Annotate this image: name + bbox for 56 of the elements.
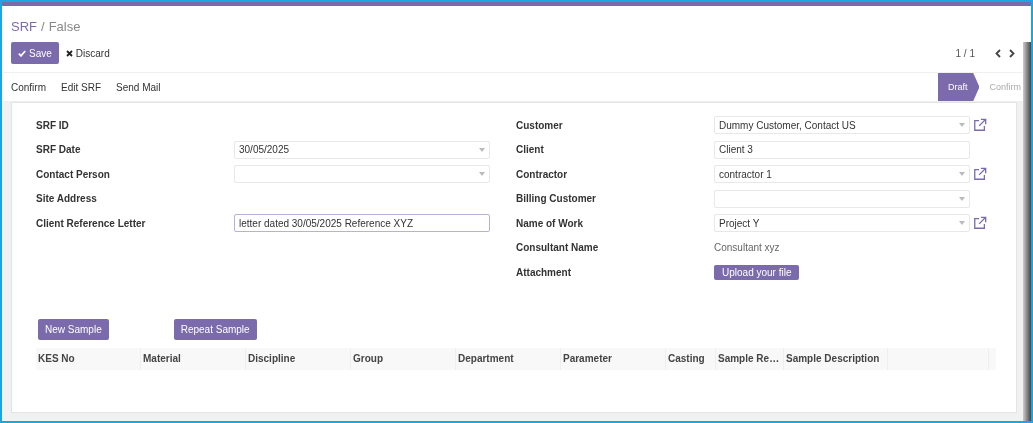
action-button[interactable]: Edit SRF	[61, 81, 109, 93]
column-header[interactable]: KES No	[36, 347, 141, 370]
field-label: Contractor	[516, 168, 569, 180]
select-field[interactable]	[234, 165, 490, 184]
pager-counter: 1 / 1	[955, 47, 975, 59]
close-icon	[65, 49, 73, 57]
external-link-icon[interactable]	[973, 118, 987, 133]
action-button[interactable]: Confirm	[11, 81, 53, 93]
select-field[interactable]: contractor 1	[714, 165, 970, 184]
discard-button[interactable]: Discard	[58, 42, 117, 64]
caret-icon	[959, 196, 965, 201]
field-label: Consultant Name	[516, 242, 600, 254]
status-stage[interactable]: Draft	[937, 73, 980, 101]
field-label: Site Address	[36, 193, 98, 205]
column-header[interactable]: Group	[351, 347, 456, 370]
caret-icon	[479, 172, 485, 177]
input-field[interactable]: Client 3	[714, 140, 970, 159]
upload-button[interactable]: Upload your file	[714, 264, 800, 280]
field-label: SRF ID	[36, 119, 70, 131]
sample-button[interactable]: New Sample	[38, 318, 109, 340]
caret-icon	[479, 147, 485, 152]
breadcrumb-item[interactable]: SRF	[11, 18, 37, 34]
caret-icon	[959, 123, 965, 128]
field-value: Consultant xyz	[714, 242, 780, 254]
select-field[interactable]	[714, 189, 970, 208]
select-field[interactable]: Dummy Customer, Contact US	[714, 116, 970, 135]
external-link-icon[interactable]	[973, 167, 987, 182]
save-button[interactable]: Save	[11, 42, 59, 64]
field-label: Client	[516, 144, 545, 156]
field-label: Customer	[516, 119, 564, 131]
breadcrumb-separator: /	[41, 18, 45, 34]
check-icon	[18, 49, 26, 57]
column-header[interactable]: Casting	[666, 347, 716, 370]
external-link-icon[interactable]	[973, 216, 987, 231]
column-header[interactable]: Sample Description	[784, 347, 888, 370]
caret-icon	[959, 221, 965, 226]
column-header[interactable]: Department	[456, 347, 561, 370]
select-field[interactable]: 30/05/2025	[234, 140, 490, 159]
field-label: SRF Date	[36, 144, 82, 156]
next-icon[interactable]	[1009, 48, 1015, 58]
select-field[interactable]: Project Y	[714, 214, 970, 233]
previous-icon[interactable]	[995, 48, 1001, 58]
sample-button[interactable]: Repeat Sample	[173, 318, 257, 340]
field-label: Attachment	[516, 266, 572, 278]
action-button[interactable]: Send Mail	[116, 81, 168, 93]
field-label: Name of Work	[516, 217, 585, 229]
column-header[interactable]: Sample Re…	[716, 347, 784, 370]
breadcrumb-item: False	[48, 18, 81, 34]
field-label: Client Reference Letter	[36, 217, 147, 229]
field-label: Billing Customer	[516, 193, 597, 205]
field-label: Contact Person	[36, 168, 111, 180]
column-header[interactable]: Discipline	[246, 347, 351, 370]
column-header[interactable]: Parameter	[561, 347, 666, 370]
input-field[interactable]: letter dated 30/05/2025 Reference XYZ	[234, 214, 490, 233]
column-header[interactable]: Material	[141, 347, 246, 370]
caret-icon	[959, 172, 965, 177]
